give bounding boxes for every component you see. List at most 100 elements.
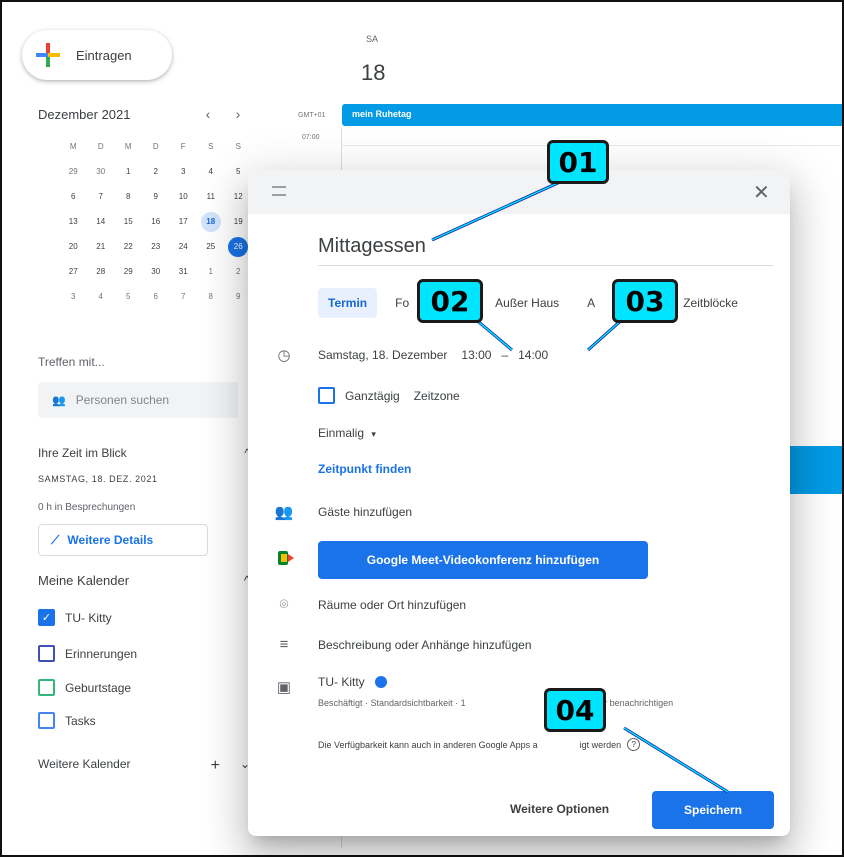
mini-calendar-day[interactable]: 23: [142, 234, 170, 259]
find-time-link[interactable]: Zeitpunkt finden: [318, 462, 411, 476]
day-number: 11: [206, 192, 215, 201]
mini-calendar-day[interactable]: 29: [115, 259, 143, 284]
mini-calendar-day[interactable]: 8: [115, 184, 143, 209]
checkbox[interactable]: [38, 712, 55, 729]
add-guests-input[interactable]: Gäste hinzufügen: [318, 505, 412, 519]
calendar-item-geburtstage[interactable]: Geburtstage: [38, 679, 131, 696]
mini-calendar-day[interactable]: 17: [170, 209, 198, 234]
mini-calendar-day[interactable]: 10: [170, 184, 198, 209]
availability-note: Die Verfügbarkeit kann auch in anderen G…: [318, 738, 641, 751]
mini-calendar-day[interactable]: 16: [142, 209, 170, 234]
mini-calendar-day[interactable]: 2: [142, 159, 170, 184]
event-date[interactable]: Samstag, 18. Dezember: [318, 348, 447, 362]
tab-a[interactable]: A: [577, 288, 605, 318]
dropdown-caret-icon: ▾: [371, 429, 376, 439]
mini-calendar-day[interactable]: 6: [142, 284, 170, 309]
calendar-item-tu-kitty[interactable]: ✓ TU- Kitty: [38, 609, 112, 626]
drag-handle-icon[interactable]: [272, 186, 286, 196]
start-time[interactable]: 13:00: [461, 348, 491, 362]
mini-calendar-day[interactable]: 28: [87, 259, 115, 284]
mini-calendar-day[interactable]: 3: [60, 284, 88, 309]
mini-calendar-day[interactable]: 5: [115, 284, 143, 309]
mini-calendar-day[interactable]: 4: [87, 284, 115, 309]
mini-calendar-day[interactable]: 4: [197, 159, 225, 184]
calendar-row: ▣: [270, 678, 318, 696]
mini-calendar-day[interactable]: 8: [197, 284, 225, 309]
mini-calendar-day[interactable]: 15: [115, 209, 143, 234]
next-month-icon[interactable]: ›: [223, 106, 253, 122]
mini-calendar-day[interactable]: 24: [170, 234, 198, 259]
mini-calendar-day[interactable]: 3: [170, 159, 198, 184]
allday-event[interactable]: mein Ruhetag: [342, 104, 842, 126]
other-calendars-header[interactable]: Weitere Kalender + ⌄: [38, 757, 250, 775]
create-button[interactable]: Eintragen: [22, 30, 172, 80]
mini-calendar-day[interactable]: 21: [87, 234, 115, 259]
mini-calendar-day[interactable]: 25: [197, 234, 225, 259]
close-icon[interactable]: ✕: [753, 180, 770, 205]
day-number: 3: [181, 167, 186, 176]
timezone-label: GMT+01: [298, 112, 326, 119]
mini-calendar-day[interactable]: 13: [60, 209, 88, 234]
day-number: 28: [96, 267, 106, 276]
day-number: 9: [153, 192, 158, 201]
mini-calendar-day[interactable]: 1: [115, 159, 143, 184]
location-row[interactable]: ⌾ Räume oder Ort hinzufügen: [270, 596, 466, 613]
tab-termin[interactable]: Termin: [318, 288, 378, 318]
tab-ausser-haus[interactable]: Außer Haus: [485, 288, 569, 318]
week-number: [32, 209, 60, 234]
day-number: 2: [236, 267, 241, 276]
mini-calendar-day[interactable]: 18: [197, 209, 225, 234]
mini-calendar-day[interactable]: 29: [60, 159, 88, 184]
mini-calendar-day[interactable]: 20: [60, 234, 88, 259]
my-calendars-header[interactable]: Meine Kalender ^: [38, 573, 250, 588]
week-number: [32, 234, 60, 259]
mini-calendar-day[interactable]: 1: [197, 259, 225, 284]
description-row[interactable]: ≡ Beschreibung oder Anhänge hinzufügen: [270, 636, 532, 653]
mini-calendar-day[interactable]: 22: [115, 234, 143, 259]
mini-calendar-day[interactable]: 30: [87, 159, 115, 184]
repeat-select[interactable]: Einmalig ▾: [318, 426, 376, 440]
tab-fo[interactable]: Fo: [385, 288, 419, 318]
calendar-settings[interactable]: Beschäftigt · Standardsichtbarkeit · 1 o…: [318, 698, 673, 708]
help-icon[interactable]: ?: [627, 738, 641, 751]
search-people-input[interactable]: 👥 Personen suchen: [38, 382, 238, 418]
calendar-owner[interactable]: TU- Kitty: [318, 675, 387, 689]
save-button[interactable]: Speichern: [652, 791, 774, 829]
checkbox[interactable]: [38, 645, 55, 662]
mini-calendar-day[interactable]: 9: [142, 184, 170, 209]
mini-calendar-day[interactable]: 30: [142, 259, 170, 284]
add-calendar-icon[interactable]: +: [211, 757, 220, 775]
end-time[interactable]: 14:00: [518, 348, 548, 362]
mini-calendar-day[interactable]: 27: [60, 259, 88, 284]
mini-calendar-day[interactable]: 7: [87, 184, 115, 209]
checkbox[interactable]: [38, 679, 55, 696]
mini-calendar-day[interactable]: 11: [197, 184, 225, 209]
dialog-header[interactable]: ✕: [248, 170, 790, 214]
event-title-input[interactable]: [318, 234, 773, 266]
timezone-button[interactable]: Zeitzone: [414, 389, 460, 403]
allday-checkbox[interactable]: [318, 387, 335, 404]
add-description-input[interactable]: Beschreibung oder Anhänge hinzufügen: [318, 638, 532, 652]
calendar-item-tasks[interactable]: Tasks: [38, 712, 96, 729]
more-options-button[interactable]: Weitere Optionen: [510, 802, 609, 816]
mini-calendar-day[interactable]: 6: [60, 184, 88, 209]
mini-calendar-day[interactable]: 31: [170, 259, 198, 284]
day-number[interactable]: 18: [361, 60, 385, 86]
calendar-item-erinnerungen[interactable]: Erinnerungen: [38, 645, 137, 662]
day-number: 2: [153, 167, 158, 176]
add-location-input[interactable]: Räume oder Ort hinzufügen: [318, 598, 466, 612]
prev-month-icon[interactable]: ‹: [193, 106, 223, 122]
day-number: 21: [96, 242, 106, 251]
weekday-head: S: [235, 142, 241, 151]
mini-calendar-day[interactable]: 14: [87, 209, 115, 234]
background-event[interactable]: [790, 446, 842, 494]
weekday-head: M: [69, 142, 77, 151]
add-meet-button[interactable]: Google Meet-Videokonferenz hinzufügen: [318, 541, 648, 579]
day-number: 16: [151, 217, 161, 226]
checkbox[interactable]: ✓: [38, 609, 55, 626]
mini-calendar-day[interactable]: 7: [170, 284, 198, 309]
more-details-button[interactable]: ⟋ Weitere Details: [38, 524, 208, 556]
guests-row[interactable]: 👥 Gäste hinzufügen: [270, 503, 412, 521]
time-insights-header[interactable]: Ihre Zeit im Blick ^: [38, 446, 250, 460]
tab-zeitbloecke[interactable]: Zeitblöcke: [673, 288, 748, 318]
